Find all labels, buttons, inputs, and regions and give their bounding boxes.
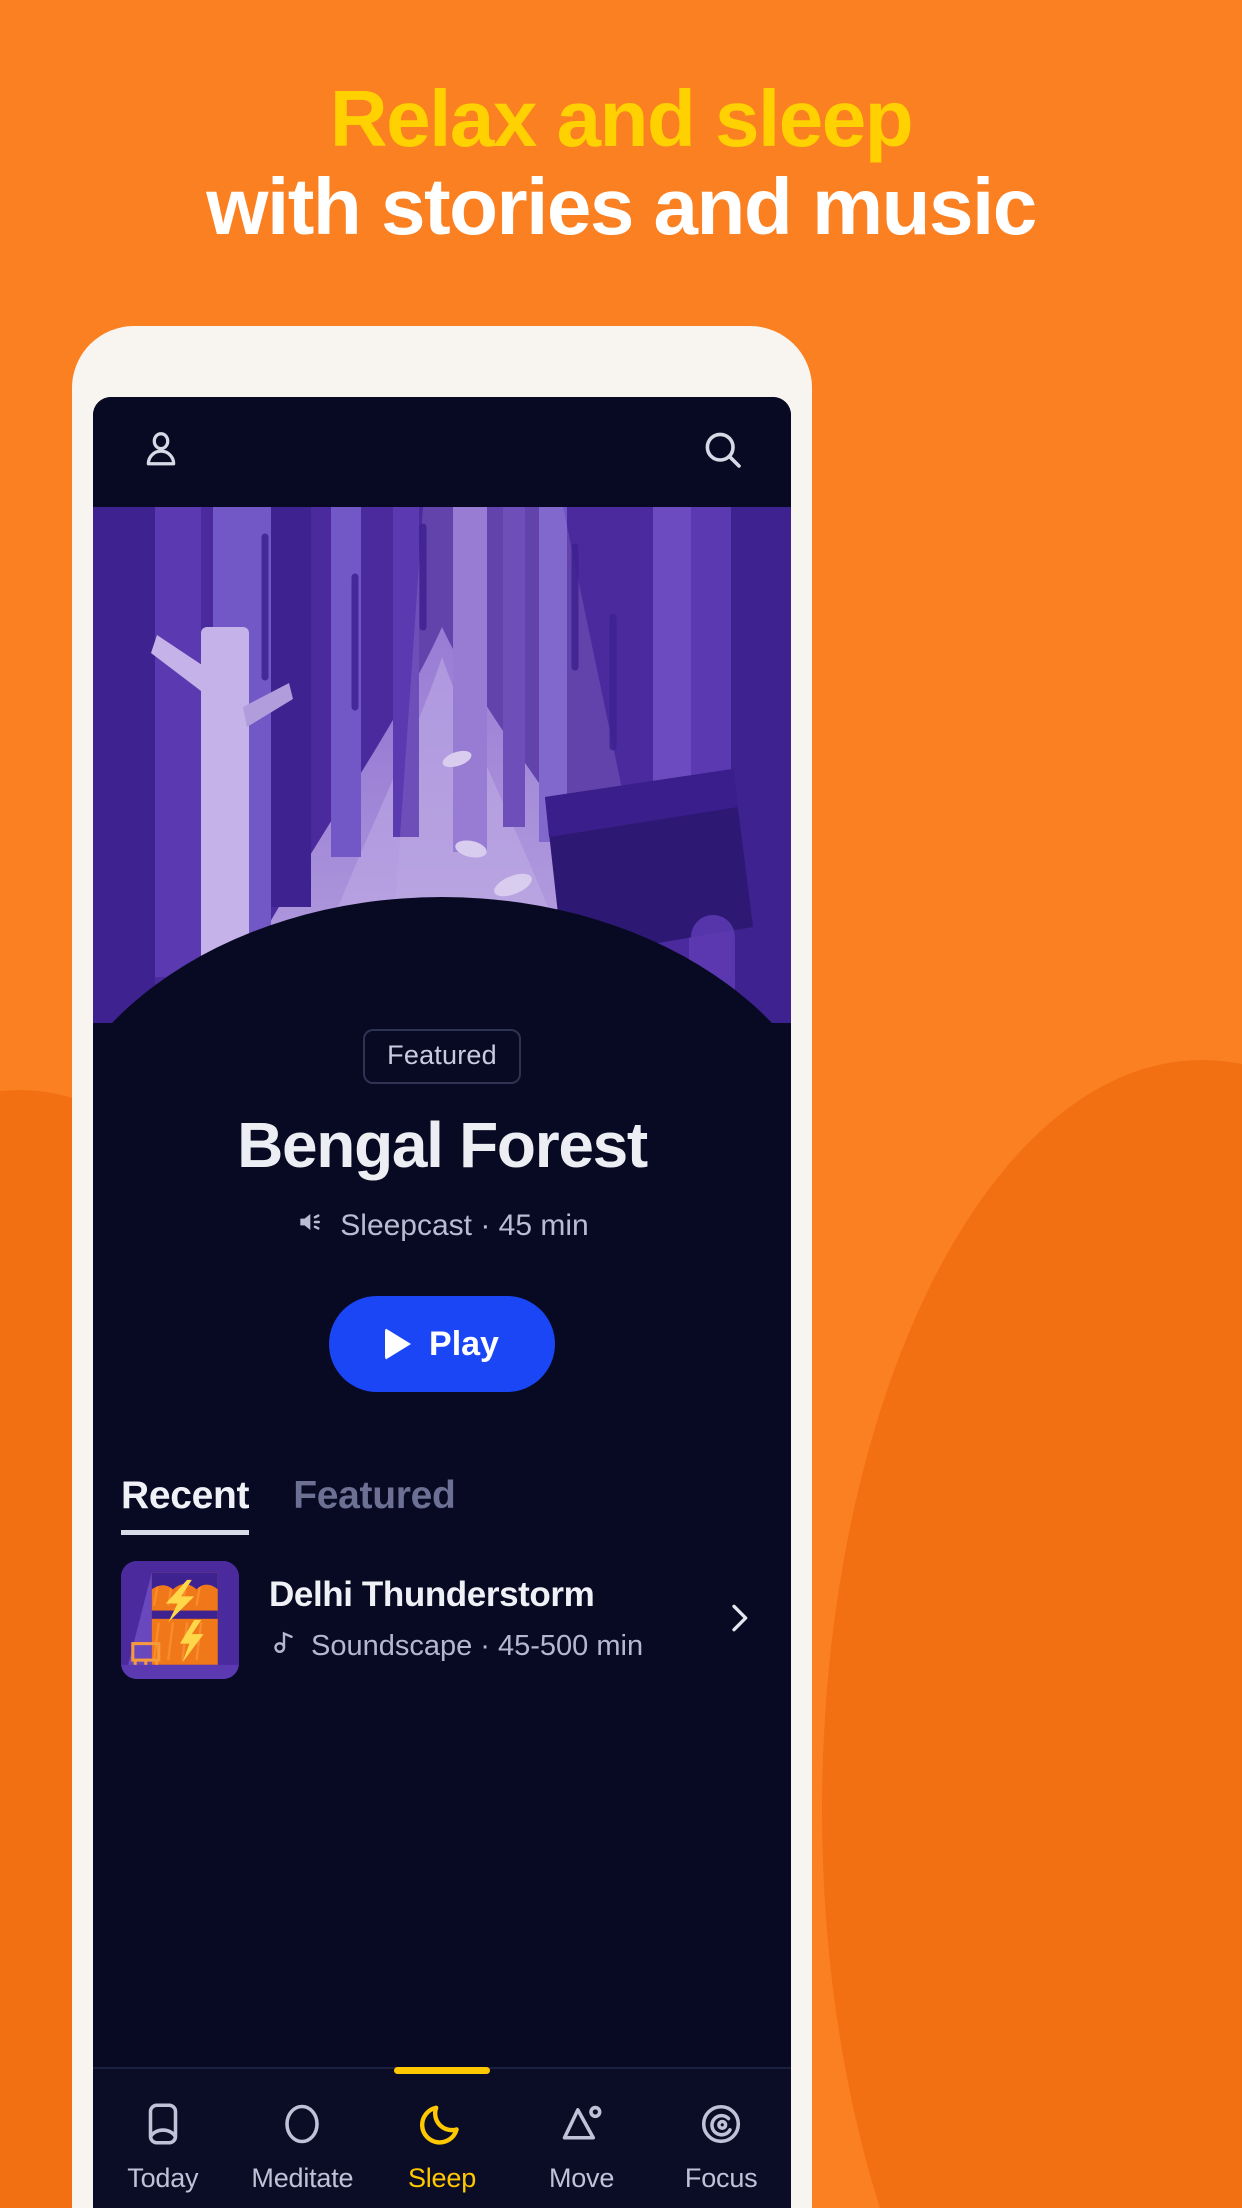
list-item-meta-text: Soundscape · 45-500 min xyxy=(311,1629,644,1662)
circle-icon xyxy=(277,2097,327,2151)
move-mountain-icon xyxy=(557,2097,607,2151)
nav-item-meditate[interactable]: Meditate xyxy=(233,2069,373,2208)
nav-label-today: Today xyxy=(127,2162,199,2193)
chevron-right-icon[interactable] xyxy=(719,1598,763,1643)
page-title: Bengal Forest xyxy=(237,1109,648,1181)
nav-label-meditate: Meditate xyxy=(251,2162,354,2193)
nav-label-sleep: Sleep xyxy=(407,2162,477,2193)
music-note-icon xyxy=(269,1627,299,1665)
nav-item-focus[interactable]: Focus xyxy=(651,2069,791,2208)
speaker-icon xyxy=(295,1206,327,1246)
profile-button[interactable] xyxy=(133,424,189,480)
person-icon xyxy=(138,427,184,478)
play-triangle-icon xyxy=(385,1328,412,1360)
list-item[interactable]: Delhi Thunderstorm Soundscape · 45-500 m… xyxy=(121,1561,763,1679)
nav-item-sleep[interactable]: Sleep xyxy=(372,2069,512,2208)
list-item-meta: Soundscape · 45-500 min xyxy=(269,1627,689,1665)
tab-recent[interactable]: Recent xyxy=(121,1474,250,1535)
promo-headline: Relax and sleep with stories and music xyxy=(0,78,1242,247)
bottom-navigation: Today Meditate Sleep Move Focus xyxy=(93,2067,791,2208)
hero-artwork[interactable] xyxy=(93,507,791,1027)
tab-featured[interactable]: Featured xyxy=(293,1474,456,1535)
feature-meta: Sleepcast · 45 min xyxy=(93,1206,791,1246)
play-button[interactable]: Play xyxy=(329,1296,555,1392)
headline-line-1: Relax and sleep xyxy=(329,74,914,163)
list-item-thumbnail xyxy=(121,1561,239,1679)
phone-screen: Featured Bengal Forest Sleepcast · 45 mi… xyxy=(93,397,791,2208)
list-item-title: Delhi Thunderstorm xyxy=(269,1575,595,1614)
phone-mockup: Featured Bengal Forest Sleepcast · 45 mi… xyxy=(72,326,812,2208)
nav-item-today[interactable]: Today xyxy=(93,2069,233,2208)
spiral-icon xyxy=(696,2097,746,2151)
play-button-label: Play xyxy=(429,1324,499,1363)
app-header xyxy=(93,397,791,507)
nav-label-focus: Focus xyxy=(684,2162,758,2193)
moon-icon xyxy=(417,2097,467,2151)
search-icon xyxy=(699,426,747,479)
content-list: Delhi Thunderstorm Soundscape · 45-500 m… xyxy=(93,1535,791,1679)
featured-section: Featured Bengal Forest Sleepcast · 45 mi… xyxy=(93,1023,791,1392)
nav-label-move: Move xyxy=(548,2162,615,2193)
feature-meta-text: Sleepcast · 45 min xyxy=(340,1209,589,1242)
thunderstorm-window-artwork xyxy=(121,1561,239,1679)
headline-line-2: with stories and music xyxy=(206,161,1037,251)
background-curve-right xyxy=(822,1060,1242,2208)
today-card-icon xyxy=(138,2097,188,2151)
list-item-text: Delhi Thunderstorm Soundscape · 45-500 m… xyxy=(269,1575,689,1665)
search-button[interactable] xyxy=(695,424,751,480)
status-badge: Featured xyxy=(363,1029,521,1084)
content-tabs: Recent Featured xyxy=(93,1474,791,1535)
nav-item-move[interactable]: Move xyxy=(512,2069,652,2208)
